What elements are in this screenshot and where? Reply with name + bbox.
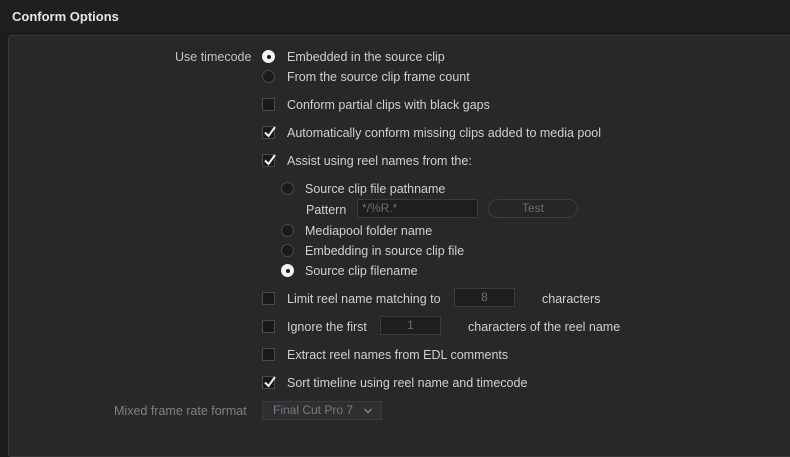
radio-embedded-timecode[interactable] (262, 50, 275, 63)
checkbox-ignore-first[interactable] (262, 320, 275, 333)
radio-source-filename-label: Source clip filename (305, 264, 418, 278)
checkbox-extract-edl-label: Extract reel names from EDL comments (287, 348, 509, 362)
ignore-first-suffix: characters of the reel name (468, 320, 621, 334)
mixed-frame-rate-label: Mixed frame rate format (114, 404, 247, 418)
checkmark-icon (264, 154, 276, 166)
checkbox-limit-reel-label: Limit reel name matching to (287, 292, 441, 306)
checkbox-auto-conform[interactable] (262, 126, 276, 139)
pattern-label: Pattern (306, 203, 347, 217)
checkbox-auto-conform-label: Automatically conform missing clips adde… (287, 126, 602, 140)
limit-reel-input[interactable]: 8 (454, 288, 515, 307)
radio-mediapool-folder[interactable] (281, 224, 294, 237)
radio-file-pathname[interactable] (281, 182, 294, 195)
checkmark-icon (264, 126, 276, 138)
use-timecode-label: Use timecode (175, 50, 252, 64)
checkbox-ignore-first-label: Ignore the first (287, 320, 367, 334)
radio-mediapool-folder-label: Mediapool folder name (305, 224, 433, 238)
section-title: Conform Options (12, 9, 119, 24)
mixed-frame-rate-select[interactable]: Final Cut Pro 7 (262, 401, 382, 420)
checkbox-assist-reel[interactable] (262, 154, 276, 167)
radio-embedding-source-label: Embedding in source clip file (305, 244, 465, 258)
radio-embedded-timecode-label: Embedded in the source clip (287, 50, 445, 64)
radio-source-filename[interactable] (281, 264, 294, 277)
checkbox-sort-timeline-label: Sort timeline using reel name and timeco… (287, 376, 528, 390)
limit-reel-suffix: characters (542, 292, 601, 306)
radio-file-pathname-label: Source clip file pathname (305, 182, 446, 196)
test-button[interactable]: Test (488, 199, 578, 218)
checkbox-assist-reel-label: Assist using reel names from the: (287, 154, 472, 168)
pattern-input[interactable]: */%R.* (357, 199, 478, 218)
checkbox-limit-reel[interactable] (262, 292, 275, 305)
checkbox-sort-timeline[interactable] (262, 376, 276, 389)
checkbox-extract-edl[interactable] (262, 348, 275, 361)
checkbox-conform-partial-label: Conform partial clips with black gaps (287, 98, 490, 112)
radio-frame-count[interactable] (262, 70, 275, 83)
section-header: Conform Options (0, 0, 790, 32)
radio-frame-count-label: From the source clip frame count (287, 70, 470, 84)
checkbox-conform-partial[interactable] (262, 98, 275, 111)
radio-embedding-source[interactable] (281, 244, 294, 257)
checkmark-icon (264, 376, 276, 388)
mixed-frame-rate-value: Final Cut Pro 7 (273, 403, 354, 417)
ignore-first-input[interactable]: 1 (380, 316, 441, 335)
chevron-down-icon (364, 408, 372, 414)
